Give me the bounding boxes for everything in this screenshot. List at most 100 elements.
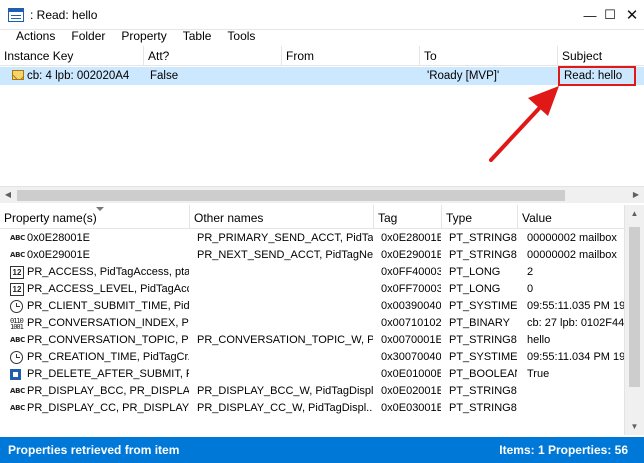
- property-type: PT_STRING8: [449, 334, 517, 346]
- scroll-left-icon[interactable]: ◀: [0, 187, 16, 203]
- property-name: PR_CONVERSATION_TOPIC, PR...: [27, 334, 189, 346]
- property-value: [527, 383, 624, 400]
- clock-icon: [10, 300, 23, 313]
- property-type: PT_BOOLEAN: [449, 368, 517, 380]
- binary-icon: 0110 1001: [10, 317, 24, 331]
- number-icon: 12: [10, 266, 24, 279]
- column-header-other-names[interactable]: Other names: [190, 205, 374, 229]
- scroll-down-icon[interactable]: ▼: [625, 418, 644, 435]
- column-header-subject[interactable]: Subject: [558, 46, 644, 66]
- property-row[interactable]: PR_CLIENT_SUBMIT_TIME, PidT... 0x00390040…: [0, 298, 624, 315]
- menu-tools[interactable]: Tools: [219, 26, 263, 46]
- message-from: [288, 67, 418, 85]
- property-value: [527, 400, 624, 417]
- property-other-names: [197, 349, 373, 366]
- app-window-icon: [8, 7, 24, 22]
- status-counts: Items: 1 Properties: 56: [499, 443, 628, 457]
- property-tag: 0x00390040: [381, 300, 441, 312]
- envelope-icon: [12, 70, 24, 80]
- property-type: PT_BINARY: [449, 317, 510, 329]
- column-header-to[interactable]: To: [420, 46, 558, 66]
- property-other-names: [197, 298, 373, 315]
- property-type: PT_LONG: [449, 283, 501, 295]
- property-name: PR_CLIENT_SUBMIT_TIME, PidT...: [27, 300, 189, 312]
- string-icon: ABC: [10, 387, 25, 395]
- property-other-names: PR_NEXT_SEND_ACCT, PidTagNe...: [197, 249, 373, 261]
- clock-icon: [10, 351, 23, 364]
- property-tag: 0x0E01000B: [381, 368, 441, 380]
- column-header-tag[interactable]: Tag: [374, 205, 442, 229]
- scroll-right-icon[interactable]: ▶: [628, 187, 644, 203]
- property-value: 00000002 mailbox: [527, 249, 617, 261]
- property-type: PT_STRING8: [449, 402, 517, 414]
- property-name: PR_CREATION_TIME, PidTagCr...: [27, 351, 189, 363]
- property-list-header: Property name(s) Other names Tag Type Va…: [0, 205, 624, 229]
- property-name: PR_ACCESS_LEVEL, PidTagAcce...: [27, 283, 189, 295]
- property-type: PT_STRING8: [449, 249, 517, 261]
- property-other-names: [197, 264, 373, 281]
- property-row[interactable]: ABC PR_CONVERSATION_TOPIC, PR... PR_CONVER…: [0, 332, 624, 349]
- property-other-names: PR_DISPLAY_CC_W, PidTagDispl...: [197, 402, 373, 414]
- property-row[interactable]: PR_DELETE_AFTER_SUBMIT, Pid... 0x0E01000B…: [0, 366, 624, 383]
- message-to: 'Roady [MVP]': [427, 70, 500, 82]
- property-tag: 0x0FF40003: [381, 266, 441, 278]
- property-value: 0: [527, 283, 534, 295]
- property-name: 0x0E28001E: [27, 232, 90, 244]
- menu-table[interactable]: Table: [175, 26, 220, 46]
- menu-folder[interactable]: Folder: [63, 26, 113, 46]
- property-value: 09:55:11.035 PM 19-: [527, 300, 624, 312]
- horizontal-scroll-thumb[interactable]: [17, 190, 565, 201]
- status-bar: Properties retrieved from item Items: 1 …: [0, 437, 644, 463]
- property-other-names: PR_CONVERSATION_TOPIC_W, Pi...: [197, 334, 373, 346]
- column-header-type[interactable]: Type: [442, 205, 518, 229]
- property-tag: 0x00710102: [381, 317, 441, 329]
- menu-bar: Actions Folder Property Table Tools: [0, 26, 644, 46]
- property-tag: 0x0070001E: [381, 334, 441, 346]
- property-row[interactable]: ABC 0x0E29001E PR_NEXT_SEND_ACCT, PidTagNe…: [0, 247, 624, 264]
- property-type: PT_SYSTIME: [449, 351, 517, 363]
- property-value: hello: [527, 334, 551, 346]
- property-name: PR_CONVERSATION_INDEX, Pi...: [27, 317, 189, 329]
- status-message: Properties retrieved from item: [8, 443, 180, 457]
- property-list: Property name(s) Other names Tag Type Va…: [0, 205, 644, 435]
- property-row[interactable]: ABCPR_DISPLAY_BCC, PR_DISPLAY_... PR_DISP…: [0, 383, 624, 400]
- property-list-vertical-scrollbar[interactable]: ▲ ▼: [624, 205, 644, 435]
- property-row[interactable]: PR_CREATION_TIME, PidTagCr... 0x30070040 P…: [0, 349, 624, 366]
- property-tag: 0x0FF70003: [381, 283, 441, 295]
- property-type: PT_STRING8: [449, 385, 517, 397]
- property-row[interactable]: 12 PR_ACCESS, PidTagAccess, pta... 0x0FF40…: [0, 264, 624, 281]
- vertical-scroll-thumb[interactable]: [629, 227, 640, 387]
- column-header-property-name[interactable]: Property name(s): [0, 205, 190, 229]
- property-row[interactable]: 0110 1001 PR_CONVERSATION_INDEX, Pi... 0x0…: [0, 315, 624, 332]
- property-tag: 0x0E03001E: [381, 402, 441, 414]
- string-icon: ABC: [10, 404, 25, 412]
- column-header-attachment[interactable]: Att?: [144, 46, 282, 66]
- menu-property[interactable]: Property: [113, 26, 174, 46]
- property-type: PT_LONG: [449, 266, 501, 278]
- property-other-names: [197, 281, 373, 298]
- window-title: : Read: hello: [30, 7, 98, 22]
- property-other-names: [197, 366, 373, 383]
- property-row[interactable]: 12PR_ACCESS_LEVEL, PidTagAcce... 0x0FF700…: [0, 281, 624, 298]
- subject-highlight-box: [558, 66, 636, 86]
- property-name: 0x0E29001E: [27, 249, 90, 261]
- string-icon: ABC: [10, 336, 25, 344]
- message-list: Instance Key Att? From To Subject cb: 4 …: [0, 46, 644, 196]
- property-row[interactable]: ABC 0x0E28001E PR_PRIMARY_SEND_ACCT, PidTa…: [0, 230, 624, 247]
- property-other-names: PR_DISPLAY_BCC_W, PidTagDispl...: [197, 385, 373, 397]
- column-header-instance-key[interactable]: Instance Key: [0, 46, 144, 66]
- menu-actions[interactable]: Actions: [8, 26, 63, 46]
- property-tag: 0x0E29001E: [381, 249, 441, 261]
- property-name: PR_ACCESS, PidTagAccess, pta...: [27, 266, 189, 278]
- property-other-names: [197, 315, 373, 332]
- message-list-header: Instance Key Att? From To Subject: [0, 46, 644, 66]
- column-header-value[interactable]: Value: [518, 205, 624, 229]
- property-value: True: [527, 368, 550, 380]
- message-row[interactable]: cb: 4 lpb: 002020A4 False 'Roady [MVP]' …: [0, 67, 644, 85]
- property-tag: 0x0E28001E: [381, 232, 441, 244]
- column-header-from[interactable]: From: [282, 46, 420, 66]
- string-icon: ABC: [10, 234, 25, 242]
- message-list-horizontal-scrollbar[interactable]: ◀ ▶: [0, 186, 644, 203]
- scroll-up-icon[interactable]: ▲: [625, 205, 644, 222]
- property-row[interactable]: ABC PR_DISPLAY_CC, PR_DISPLAY_... PR_DISPL…: [0, 400, 624, 417]
